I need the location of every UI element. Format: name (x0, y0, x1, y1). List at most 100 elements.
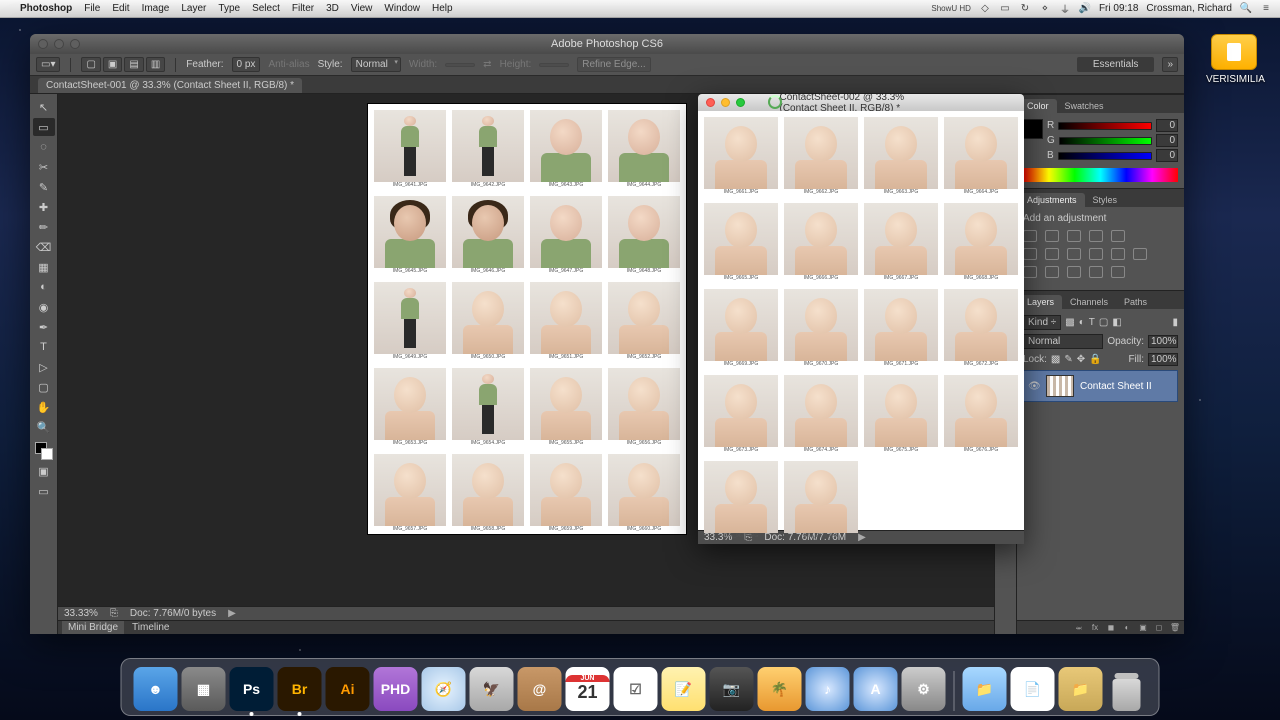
tab-layers[interactable]: Layers (1019, 295, 1062, 309)
layer-visibility-icon[interactable]: 👁 (1028, 381, 1040, 392)
opacity-input[interactable]: 100% (1148, 335, 1178, 348)
color-spectrum[interactable] (1023, 168, 1178, 182)
dock-app-launchpad[interactable]: ▦ (182, 667, 226, 711)
blur-tool[interactable]: ◉ (33, 298, 55, 316)
marquee-mode-icons[interactable]: ▢▣▤▥ (81, 57, 165, 72)
contact-sheet-thumb[interactable]: IMG_9678.JPG (784, 461, 858, 541)
gradient-tool[interactable]: ▦ (33, 258, 55, 276)
doc2-close-button[interactable] (706, 98, 715, 107)
path-tool[interactable]: ▷ (33, 358, 55, 376)
tab-styles[interactable]: Styles (1085, 193, 1126, 207)
tab-adjustments[interactable]: Adjustments (1019, 193, 1085, 207)
green-slider[interactable] (1059, 137, 1152, 145)
dock-app-bridge[interactable]: Br (278, 667, 322, 711)
contact-sheet-thumb[interactable]: IMG_9672.JPG (944, 289, 1018, 369)
levels-icon[interactable] (1045, 230, 1059, 242)
gradientmap-icon[interactable] (1089, 266, 1103, 278)
dock-app-notes[interactable]: 📝 (662, 667, 706, 711)
contact-sheet-thumb[interactable]: IMG_9656.JPG (608, 368, 680, 448)
dock-app-illustrator[interactable]: Ai (326, 667, 370, 711)
contact-sheet-thumb[interactable]: IMG_9662.JPG (784, 117, 858, 197)
dock-app-safari[interactable]: 🧭 (422, 667, 466, 711)
contact-sheet-thumb[interactable]: IMG_9673.JPG (704, 375, 778, 455)
contact-sheet-thumb[interactable]: IMG_9646.JPG (452, 196, 524, 276)
contact-sheet-thumb[interactable]: IMG_9667.JPG (864, 203, 938, 283)
threshold-icon[interactable] (1067, 266, 1081, 278)
new-group-icon[interactable]: ▣ (1138, 623, 1148, 633)
tab-channels[interactable]: Channels (1062, 295, 1116, 309)
wifi-icon[interactable]: ⏚ (1059, 3, 1071, 15)
invert-icon[interactable] (1023, 266, 1037, 278)
brightness-icon[interactable] (1023, 230, 1037, 242)
lock-position-icon[interactable]: ✥ (1077, 354, 1085, 365)
new-layer-icon[interactable]: ◻ (1154, 623, 1164, 633)
layer-thumbnail[interactable] (1046, 375, 1074, 397)
brush-tool[interactable]: ✏ (33, 218, 55, 236)
filter-type-icon[interactable]: T (1089, 317, 1095, 328)
link-layers-icon[interactable]: ⬺ (1074, 623, 1084, 633)
display-icon[interactable]: ▭ (999, 3, 1011, 15)
dock-app-mail[interactable]: 🦅 (470, 667, 514, 711)
dock-stack-folder2[interactable]: 📁 (1059, 667, 1103, 711)
trash-icon[interactable] (1107, 667, 1147, 711)
dock-app-reminders[interactable]: ☑ (614, 667, 658, 711)
eraser-tool[interactable]: ⌫ (33, 238, 55, 256)
quickmask-toggle[interactable]: ▣ (33, 462, 55, 480)
menu-file[interactable]: File (84, 3, 100, 14)
posterize-icon[interactable] (1045, 266, 1059, 278)
delete-layer-icon[interactable]: 🗑 (1170, 623, 1180, 633)
healing-tool[interactable]: ✚ (33, 198, 55, 216)
tab-timeline[interactable]: Timeline (126, 621, 175, 634)
contact-sheet-thumb[interactable]: IMG_9654.JPG (452, 368, 524, 448)
pen-tool[interactable]: ✒ (33, 318, 55, 336)
contact-sheet-thumb[interactable]: IMG_9653.JPG (374, 368, 446, 448)
contact-sheet-thumb[interactable]: IMG_9645.JPG (374, 196, 446, 276)
contact-sheet-thumb[interactable]: IMG_9665.JPG (704, 203, 778, 283)
channelmixer-icon[interactable] (1111, 248, 1125, 260)
window-minimize-button[interactable] (54, 39, 64, 49)
feather-input[interactable]: 0 px (232, 57, 261, 72)
status-nav-icon[interactable]: ⎘ (110, 608, 118, 619)
search-icon[interactable]: » (1162, 57, 1178, 72)
blue-value[interactable]: 0 (1156, 149, 1178, 162)
contact-sheet-thumb[interactable]: IMG_9641.JPG (374, 110, 446, 190)
bw-icon[interactable] (1067, 248, 1081, 260)
dock-app-photoshop[interactable]: Ps (230, 667, 274, 711)
green-value[interactable]: 0 (1156, 134, 1178, 147)
dock-app-contacts[interactable]: @ (518, 667, 562, 711)
contact-sheet-thumb[interactable]: IMG_9644.JPG (608, 110, 680, 190)
contact-sheet-thumb[interactable]: IMG_9675.JPG (864, 375, 938, 455)
notification-center-icon[interactable]: ≡ (1260, 3, 1272, 15)
contact-sheet-thumb[interactable]: IMG_9664.JPG (944, 117, 1018, 197)
tab-color[interactable]: Color (1019, 99, 1057, 113)
layer-fx-icon[interactable]: fx (1090, 623, 1100, 633)
contact-sheet-thumb[interactable]: IMG_9676.JPG (944, 375, 1018, 455)
menu-window[interactable]: Window (384, 3, 420, 14)
contact-sheet-thumb[interactable]: IMG_9649.JPG (374, 282, 446, 362)
contact-sheet-thumb[interactable]: IMG_9642.JPG (452, 110, 524, 190)
contact-sheet-thumb[interactable]: IMG_9669.JPG (704, 289, 778, 369)
shape-tool[interactable]: ▢ (33, 378, 55, 396)
colorbalance-icon[interactable] (1045, 248, 1059, 260)
type-tool[interactable]: T (33, 338, 55, 356)
lock-pixels-icon[interactable]: ✎ (1064, 354, 1072, 365)
menu-select[interactable]: Select (252, 3, 280, 14)
contact-sheet-thumb[interactable]: IMG_9666.JPG (784, 203, 858, 283)
zoom-tool[interactable]: 🔍 (33, 418, 55, 436)
dock-app-itunes[interactable]: ♪ (806, 667, 850, 711)
contact-sheet-thumb[interactable]: IMG_9647.JPG (530, 196, 602, 276)
lock-all-icon[interactable]: 🔒 (1089, 354, 1101, 365)
bluetooth-icon[interactable]: ⋄ (1039, 3, 1051, 15)
contact-sheet-thumb[interactable]: IMG_9670.JPG (784, 289, 858, 369)
filter-pixel-icon[interactable]: ▩ (1065, 317, 1074, 328)
contact-sheet-thumb[interactable]: IMG_9650.JPG (452, 282, 524, 362)
style-select[interactable]: Normal (351, 57, 401, 72)
desktop-drive-icon[interactable]: VERISIMILIA (1206, 34, 1262, 85)
menu-help[interactable]: Help (432, 3, 453, 14)
contact-sheet-thumb[interactable]: IMG_9643.JPG (530, 110, 602, 190)
contact-sheet-thumb[interactable]: IMG_9657.JPG (374, 454, 446, 534)
photofilter-icon[interactable] (1089, 248, 1103, 260)
document-2-window[interactable]: ContactSheet-002 @ 33.3% (Contact Sheet … (698, 94, 1024, 544)
lock-transparency-icon[interactable]: ▩ (1051, 354, 1060, 365)
doc2-zoom-button[interactable] (736, 98, 745, 107)
